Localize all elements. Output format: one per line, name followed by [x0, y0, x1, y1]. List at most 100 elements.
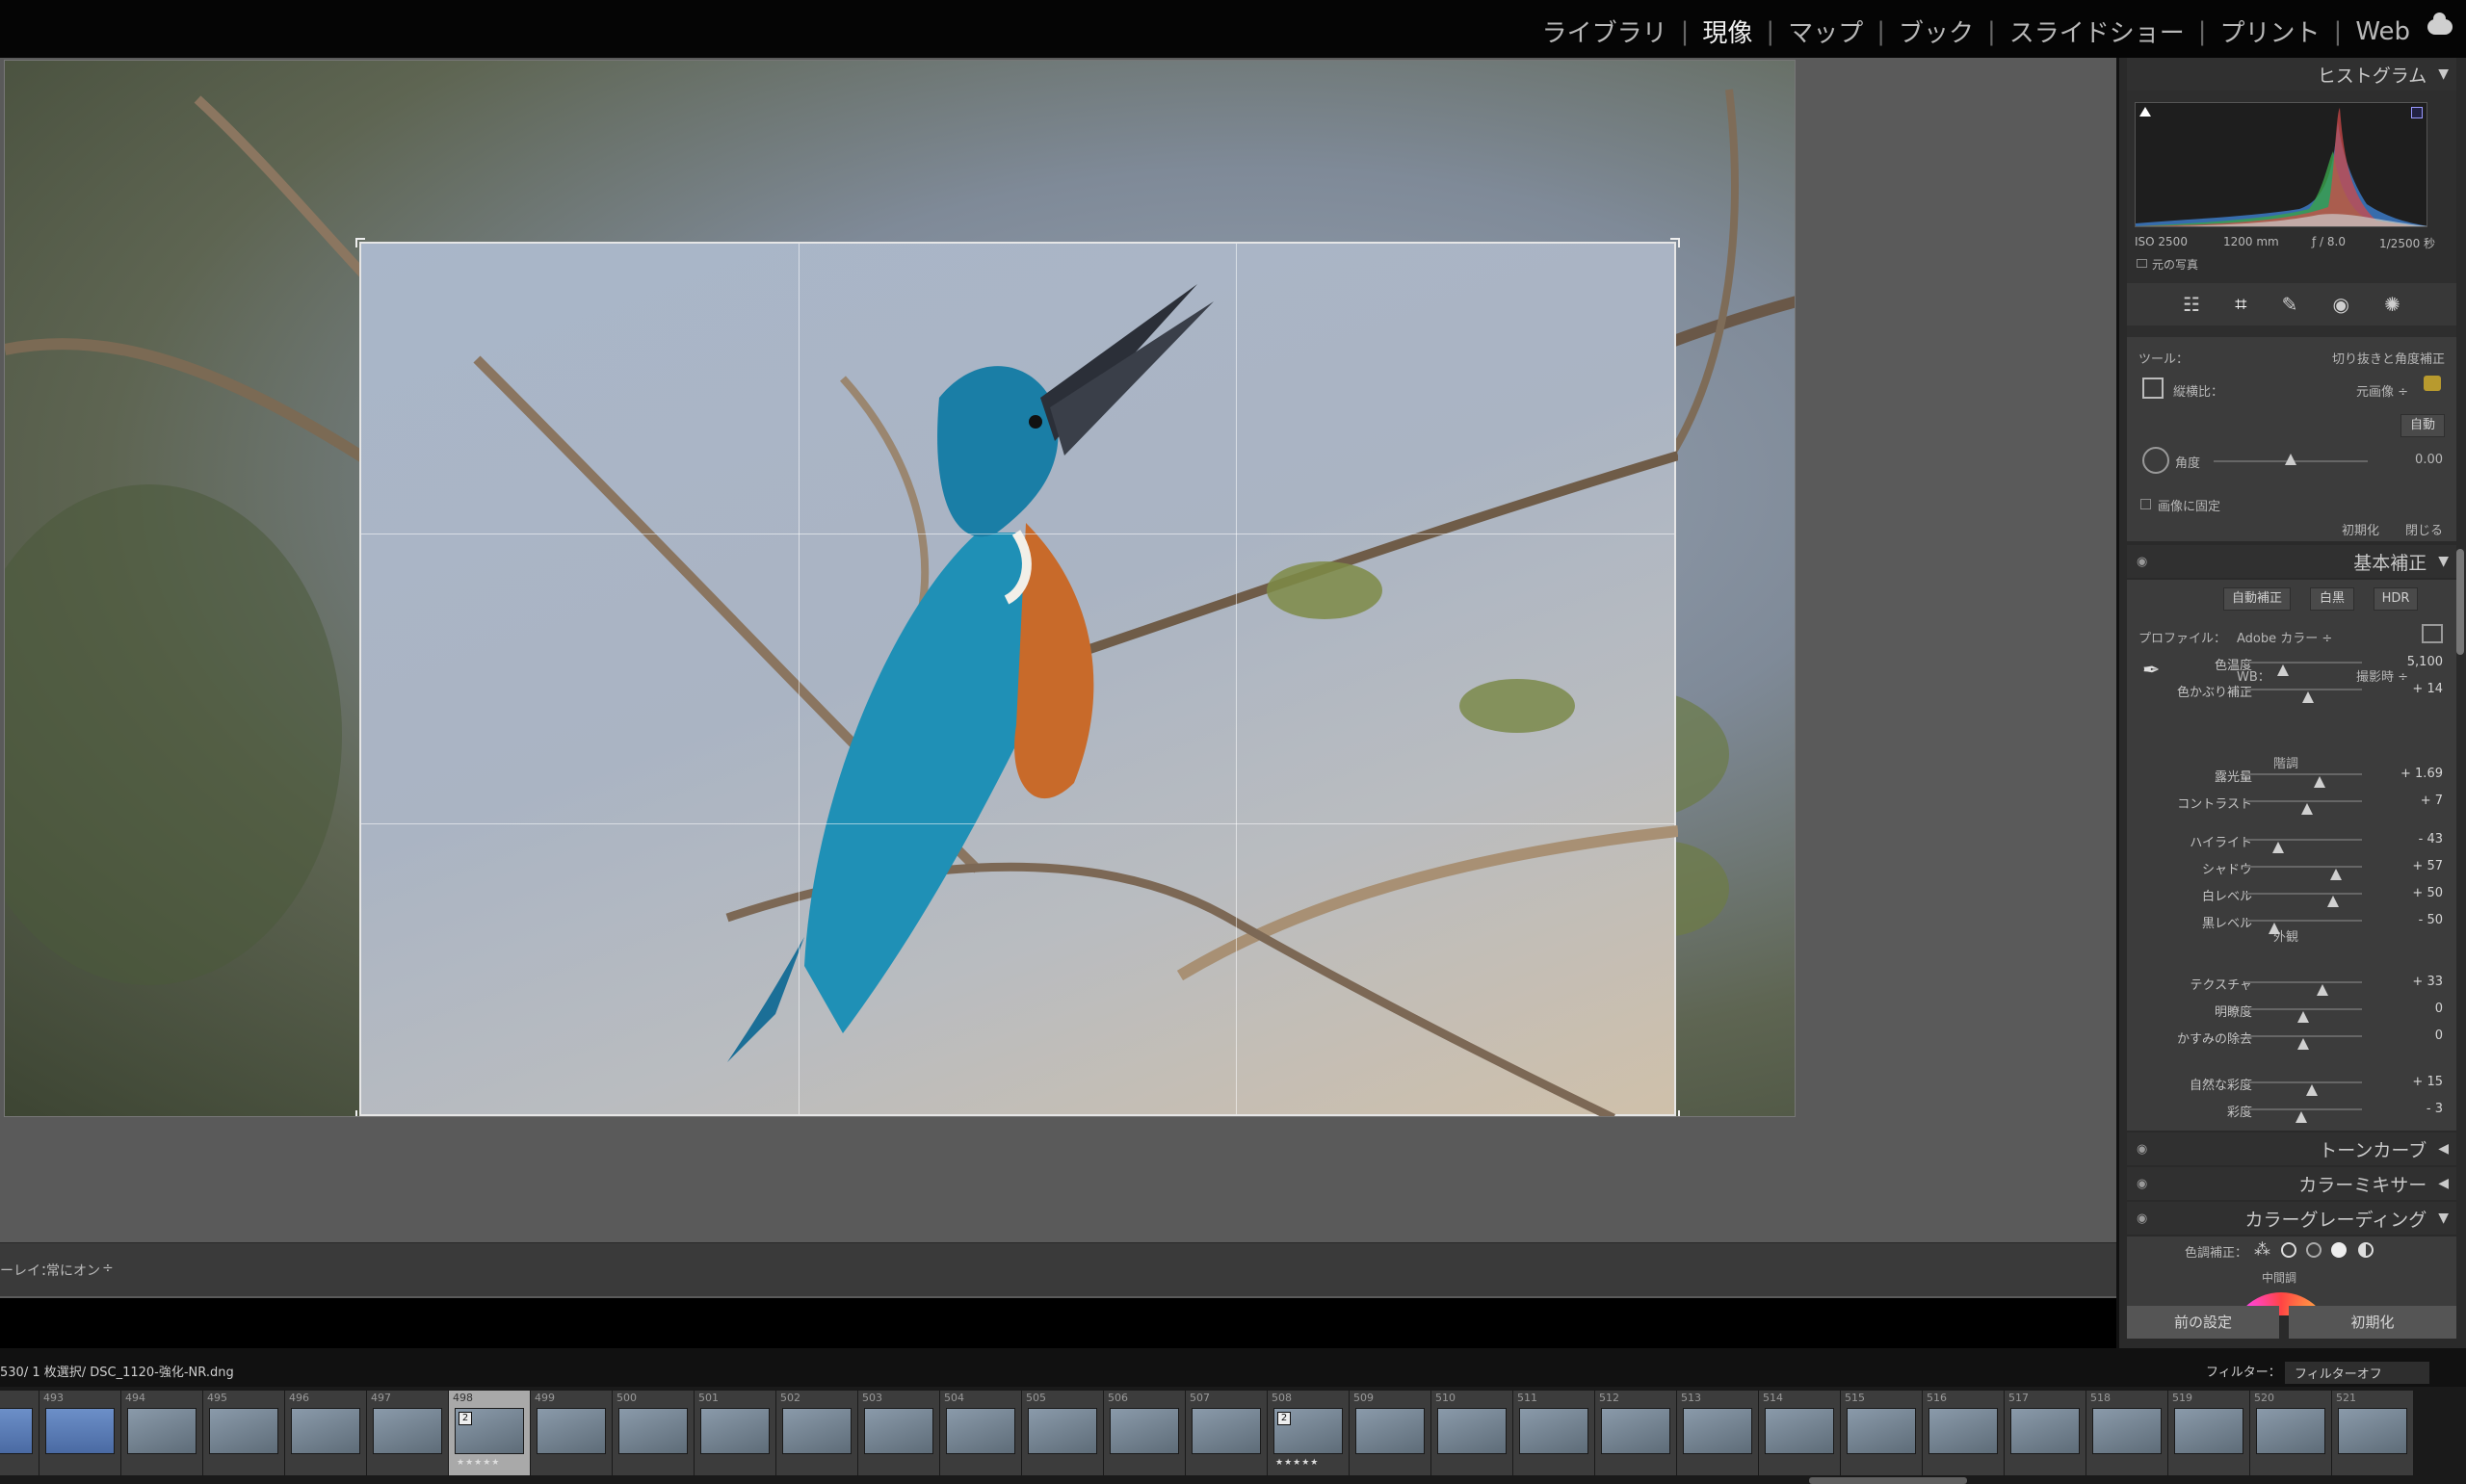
basic-header[interactable]: ◉ 基本補正 ▼: [2127, 545, 2456, 578]
tone-curve-header[interactable]: ◉ トーンカーブ ◀: [2127, 1133, 2456, 1165]
filmstrip-cell[interactable]: 516: [1923, 1391, 2004, 1475]
filmstrip-cell[interactable]: 511: [1513, 1391, 1594, 1475]
slider-track[interactable]: [2244, 1008, 2362, 1023]
filmstrip-cell[interactable]: 493: [39, 1391, 120, 1475]
filmstrip-cell[interactable]: 499: [531, 1391, 612, 1475]
slider-thumb[interactable]: [2268, 923, 2280, 934]
thumbnail-image[interactable]: [1192, 1408, 1261, 1454]
hdr-button[interactable]: HDR: [2374, 587, 2418, 611]
overlay-dropdown[interactable]: 常にオン: [46, 1261, 100, 1280]
filmstrip-cell[interactable]: 494: [121, 1391, 202, 1475]
cloud-icon[interactable]: [2427, 13, 2453, 35]
shadows-icon[interactable]: [2281, 1242, 2296, 1258]
slider-track[interactable]: [2244, 1081, 2362, 1096]
previous-settings-button[interactable]: 前の設定: [2127, 1306, 2279, 1339]
edit-icon[interactable]: ☷: [2183, 293, 2200, 316]
slider-value[interactable]: 5,100: [2407, 655, 2443, 669]
reset-button[interactable]: 初期化: [2289, 1306, 2456, 1339]
filmstrip-cell[interactable]: 512: [1595, 1391, 1676, 1475]
module-5[interactable]: プリント: [2218, 13, 2322, 49]
filmstrip-cell[interactable]: 505: [1022, 1391, 1103, 1475]
midtones-icon[interactable]: [2306, 1242, 2322, 1258]
crop-frame-icon[interactable]: [2142, 378, 2164, 399]
slider-track[interactable]: [2244, 893, 2362, 907]
collapse-icon[interactable]: ▼: [2438, 554, 2449, 569]
eye-icon[interactable]: ◉: [2137, 1142, 2147, 1157]
slider-track[interactable]: [2244, 773, 2362, 788]
thumbnail-image[interactable]: [2010, 1408, 2080, 1454]
slider-thumb[interactable]: [2295, 1111, 2307, 1123]
color-grading-header[interactable]: ◉ カラーグレーディング ▼: [2127, 1202, 2456, 1235]
module-4[interactable]: スライドショー: [2007, 13, 2187, 49]
filmstrip-cell[interactable]: 501: [695, 1391, 775, 1475]
thumbnail-image[interactable]: [1028, 1408, 1097, 1454]
slider-thumb[interactable]: [2316, 984, 2328, 996]
overlay-dropdown-arrow[interactable]: ÷: [102, 1261, 114, 1276]
slider-track[interactable]: [2244, 1108, 2362, 1123]
slider-value[interactable]: + 50: [2412, 886, 2443, 900]
filmstrip-info[interactable]: 530/ 1 枚選択/ DSC_1120-強化-NR.dng: [0, 1362, 234, 1380]
module-2[interactable]: マップ: [1786, 13, 1865, 49]
slider-track[interactable]: [2244, 866, 2362, 880]
thumbnail-image[interactable]: [1847, 1408, 1916, 1454]
thumbnail-image[interactable]: [782, 1408, 852, 1454]
crop-icon[interactable]: ⌗: [2235, 293, 2246, 317]
thumbnail-image[interactable]: [2092, 1408, 2162, 1454]
profile-dropdown[interactable]: Adobe カラー ÷: [2237, 628, 2332, 646]
color-mixer-header[interactable]: ◉ カラーミキサー ◀: [2127, 1167, 2456, 1200]
slider-track[interactable]: [2244, 662, 2362, 676]
slider-value[interactable]: - 50: [2419, 913, 2443, 927]
slider-value[interactable]: + 33: [2412, 975, 2443, 989]
filmstrip-cell[interactable]: 509: [1350, 1391, 1430, 1475]
thumbnail-image[interactable]: [373, 1408, 442, 1454]
filmstrip-cell[interactable]: 495: [203, 1391, 284, 1475]
global-icon[interactable]: [2358, 1242, 2374, 1258]
filmstrip-cell[interactable]: 515: [1841, 1391, 1922, 1475]
auto-straighten-button[interactable]: 自動: [2400, 414, 2445, 437]
profile-browser-icon[interactable]: [2422, 624, 2443, 643]
original-photo-checkbox[interactable]: [2137, 259, 2147, 268]
crop-handle-bottom-left[interactable]: [355, 1110, 365, 1116]
filmstrip-cell[interactable]: 492: [0, 1391, 39, 1475]
filmstrip-cell[interactable]: 503: [858, 1391, 939, 1475]
shadow-clipping-icon[interactable]: [2139, 107, 2151, 117]
stack-badge[interactable]: 2: [459, 1412, 472, 1425]
crop-handle-top-left[interactable]: [355, 238, 365, 247]
crop-handle-top-right[interactable]: [1670, 238, 1680, 247]
stack-badge[interactable]: 2: [1277, 1412, 1291, 1425]
filmstrip-cell[interactable]: 520: [2250, 1391, 2331, 1475]
thumbnail-image[interactable]: [2338, 1408, 2407, 1454]
crop-reset-button[interactable]: 初期化: [2342, 520, 2379, 538]
crop-close-button[interactable]: 閉じる: [2405, 520, 2443, 538]
slider-value[interactable]: + 1.69: [2400, 767, 2443, 781]
thumbnail-image[interactable]: [1683, 1408, 1752, 1454]
filmstrip-cell[interactable]: 502: [776, 1391, 857, 1475]
thumbnail-image[interactable]: [700, 1408, 770, 1454]
thumbnail-image[interactable]: [1355, 1408, 1425, 1454]
slider-thumb[interactable]: [2297, 1011, 2309, 1023]
slider-thumb[interactable]: [2305, 1084, 2318, 1096]
slider-thumb[interactable]: [2314, 776, 2326, 788]
slider-value[interactable]: - 3: [2427, 1102, 2443, 1116]
filmstrip-cell[interactable]: 517: [2005, 1391, 2086, 1475]
thumbnail-image[interactable]: [2256, 1408, 2325, 1454]
thumbnail-image[interactable]: [618, 1408, 688, 1454]
lock-icon[interactable]: [2424, 376, 2441, 391]
thumbnail-image[interactable]: [1765, 1408, 1834, 1454]
highlights-icon[interactable]: [2331, 1242, 2347, 1258]
collapse-icon[interactable]: ▼: [2438, 1211, 2449, 1226]
module-6[interactable]: Web: [2353, 17, 2412, 46]
expand-icon[interactable]: ◀: [2438, 1176, 2449, 1191]
thumbnail-image[interactable]: [946, 1408, 1015, 1454]
slider-value[interactable]: + 57: [2412, 859, 2443, 873]
three-way-icon[interactable]: ⁂: [2254, 1240, 2270, 1260]
thumbnail-image[interactable]: [45, 1408, 115, 1454]
panel-scrollbar[interactable]: [2456, 549, 2464, 655]
filmstrip-cell[interactable]: 518: [2086, 1391, 2167, 1475]
filmstrip-cell[interactable]: 498 2 ★★★★★: [449, 1391, 530, 1475]
slider-value[interactable]: + 7: [2421, 794, 2443, 808]
collapse-icon[interactable]: ▼: [2438, 66, 2449, 82]
filmstrip-cell[interactable]: 514: [1759, 1391, 1840, 1475]
slider-thumb[interactable]: [2301, 691, 2314, 703]
module-3[interactable]: ブック: [1897, 13, 1976, 49]
